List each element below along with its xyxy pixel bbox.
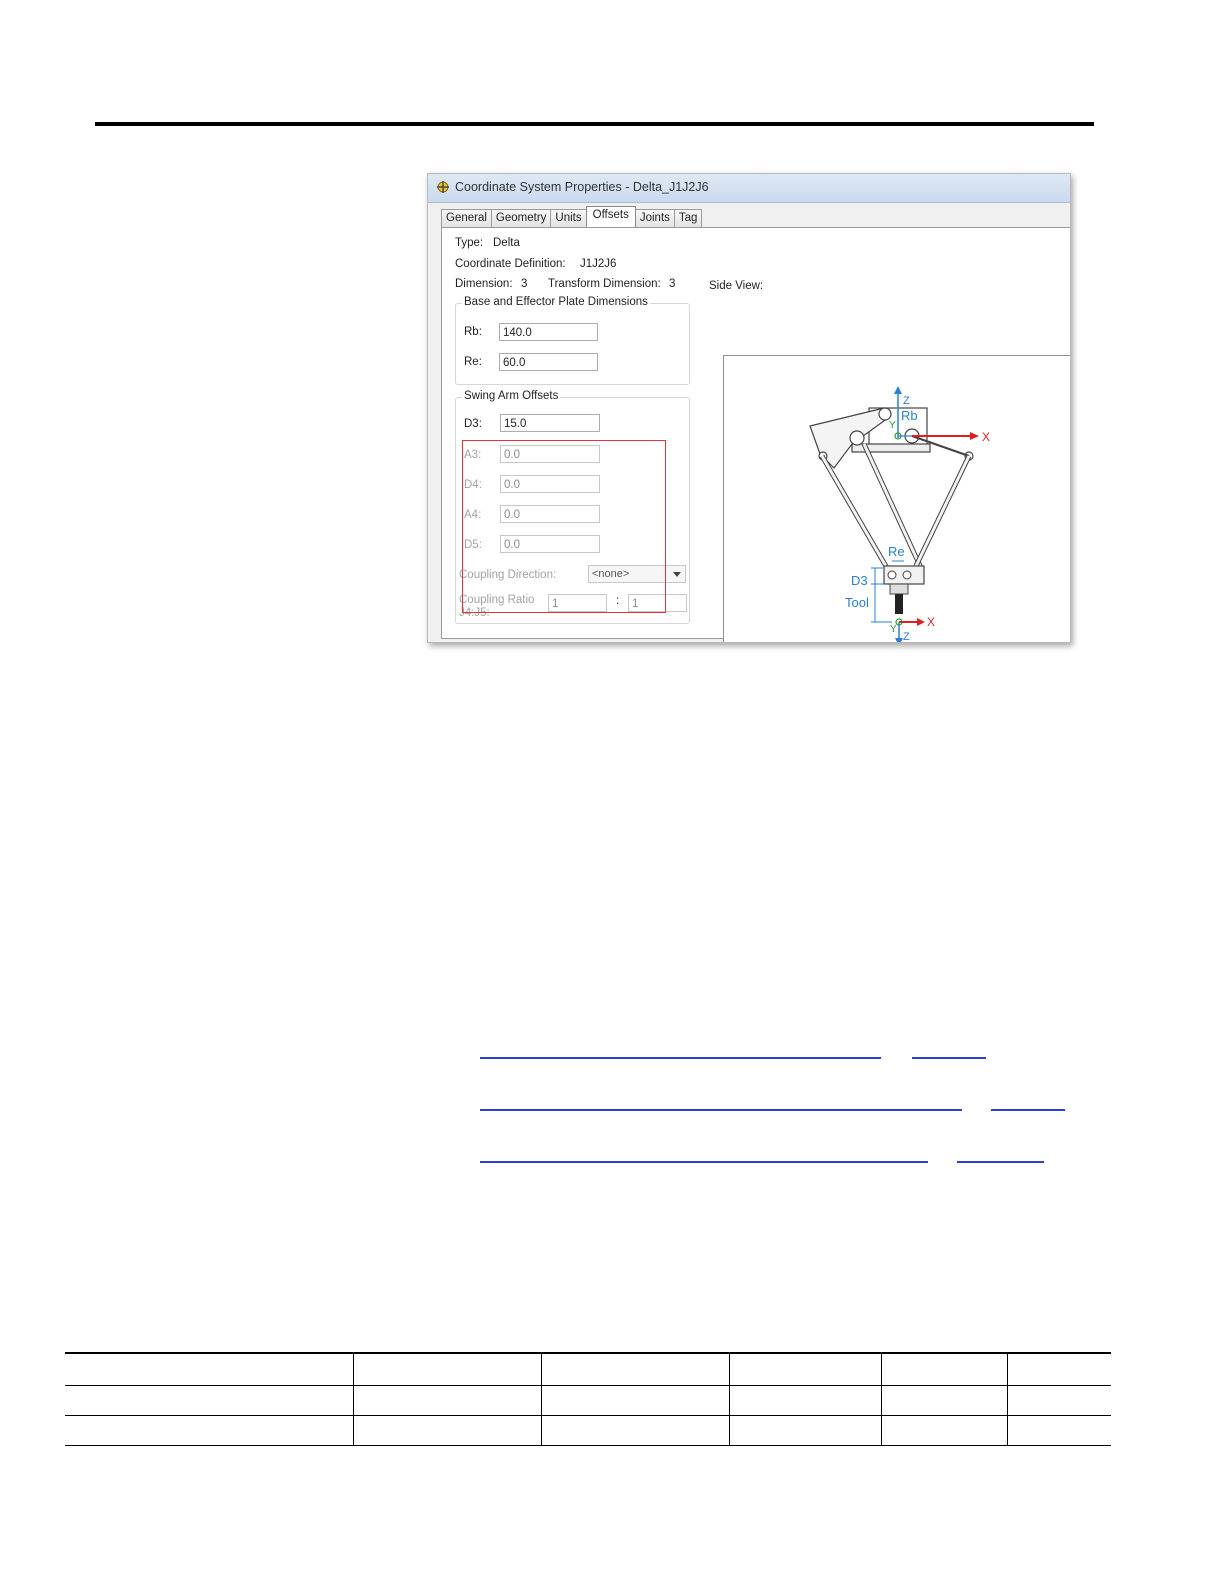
top-x-label: X bbox=[982, 430, 990, 444]
reference-link-row-2 bbox=[0, 1109, 1224, 1111]
reference-link-row-3 bbox=[0, 1161, 1224, 1163]
top-z-label: Z bbox=[903, 395, 910, 407]
tab-joints[interactable]: Joints bbox=[634, 209, 675, 227]
transform-dimension-value: 3 bbox=[669, 278, 676, 290]
left-motor-joint bbox=[878, 407, 892, 421]
table-header-row bbox=[65, 1352, 1111, 1386]
re-label: Re: bbox=[464, 356, 482, 368]
reference-link-3-page[interactable] bbox=[957, 1161, 1044, 1163]
transform-dimension-label: Transform Dimension: bbox=[548, 278, 661, 290]
left-shoulder-joint bbox=[849, 430, 865, 446]
tool-flange bbox=[889, 583, 909, 595]
chevron-down-icon bbox=[673, 572, 681, 577]
type-value: Delta bbox=[493, 237, 520, 249]
reference-link-row-1 bbox=[0, 1057, 1224, 1059]
base-effector-group: Base and Effector Plate Dimensions Rb: 1… bbox=[455, 296, 690, 385]
coordinate-definition-value: J1J2J6 bbox=[580, 258, 617, 270]
swing-arm-highlight-box bbox=[462, 440, 666, 613]
dialog-titlebar: Coordinate System Properties - Delta_J1J… bbox=[428, 174, 1070, 203]
parameter-table bbox=[65, 1352, 1111, 1446]
base-effector-group-title: Base and Effector Plate Dimensions bbox=[462, 296, 650, 308]
reference-link-1-title[interactable] bbox=[480, 1057, 881, 1059]
side-view-label: Side View: bbox=[709, 280, 764, 292]
reference-link-3-title[interactable] bbox=[480, 1161, 928, 1163]
bottom-x-label: X bbox=[927, 615, 935, 629]
top-y-label: Y bbox=[889, 420, 896, 431]
table-row bbox=[65, 1415, 1111, 1446]
dialog-title: Coordinate System Properties - Delta_J1J… bbox=[455, 180, 709, 194]
rb-diagram-label: Rb bbox=[901, 408, 918, 423]
tab-units[interactable]: Units bbox=[550, 209, 587, 227]
table-row bbox=[65, 1385, 1111, 1416]
dimension-value: 3 bbox=[521, 278, 528, 290]
bottom-z-label: Z bbox=[903, 631, 910, 643]
re-field[interactable]: 60.0 bbox=[499, 353, 598, 371]
d3-field[interactable]: 15.0 bbox=[500, 414, 600, 432]
tool-shaft bbox=[895, 594, 903, 614]
reference-link-2-page[interactable] bbox=[991, 1109, 1065, 1111]
bottom-y-label: Y bbox=[890, 624, 897, 635]
coordinate-system-icon bbox=[437, 181, 449, 193]
type-label: Type: bbox=[455, 237, 484, 249]
tab-tag[interactable]: Tag bbox=[673, 209, 703, 227]
reference-link-1-page[interactable] bbox=[912, 1057, 986, 1059]
d3-diagram-label: D3 bbox=[851, 573, 868, 588]
tab-geometry[interactable]: Geometry bbox=[490, 209, 552, 227]
reference-link-2-title[interactable] bbox=[480, 1109, 962, 1111]
rb-field[interactable]: 140.0 bbox=[499, 323, 598, 341]
dimension-label: Dimension: bbox=[455, 278, 513, 290]
top-horizontal-rule bbox=[95, 122, 1094, 126]
tab-offsets[interactable]: Offsets bbox=[585, 206, 636, 227]
re-diagram-label: Re bbox=[888, 544, 905, 559]
coordinate-system-properties-dialog: Coordinate System Properties - Delta_J1J… bbox=[427, 173, 1071, 643]
tab-strip: General Geometry Units Offsets Joints Ta… bbox=[441, 206, 703, 227]
rb-label: Rb: bbox=[464, 326, 482, 338]
tab-general[interactable]: General bbox=[441, 209, 492, 227]
swing-arm-offsets-title: Swing Arm Offsets bbox=[462, 390, 561, 402]
side-view-diagram-box: Z Rb Y X Re D3 Tool Y X Z bbox=[723, 355, 1070, 643]
tool-diagram-label: Tool bbox=[845, 595, 869, 610]
offsets-panel: Type: Delta Coordinate Definition: J1J2J… bbox=[441, 227, 1070, 642]
delta-robot-diagram: Z Rb Y X Re D3 Tool Y X Z bbox=[809, 386, 990, 643]
d3-label: D3: bbox=[464, 418, 482, 430]
coordinate-definition-label: Coordinate Definition: bbox=[455, 258, 566, 270]
